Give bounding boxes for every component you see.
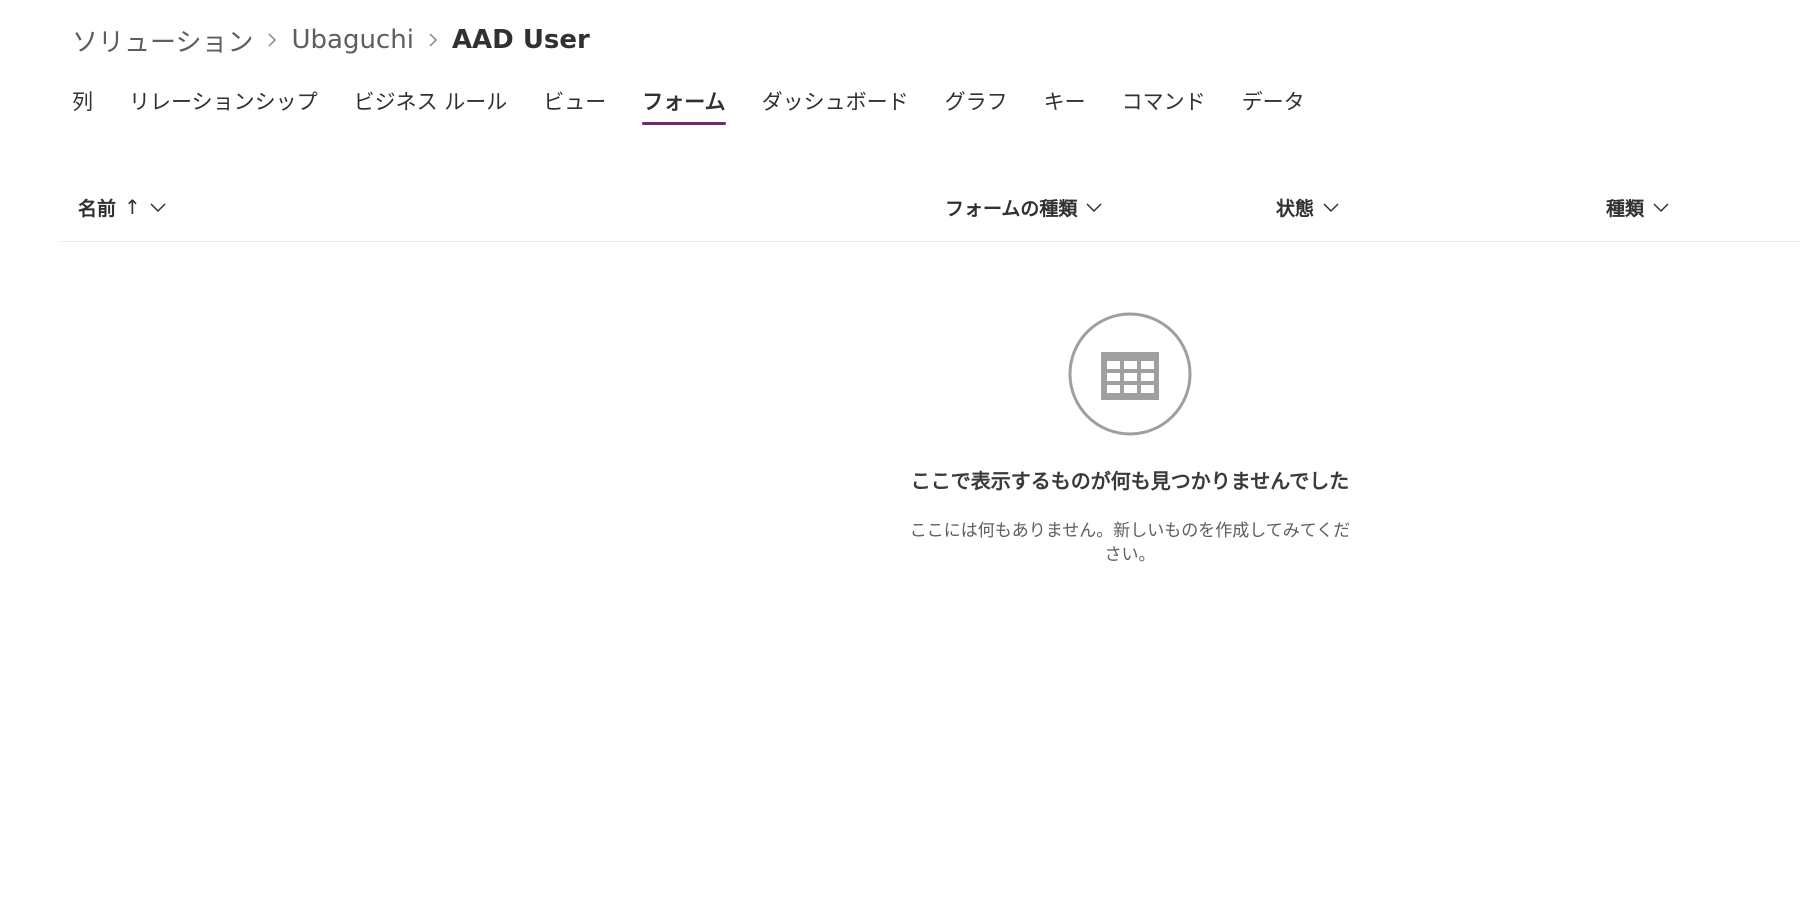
- breadcrumb-current-table: AAD User: [451, 25, 590, 55]
- chevron-down-icon: [141, 196, 167, 218]
- tab-commands[interactable]: コマンド: [1122, 82, 1206, 122]
- sort-ascending-icon: ↑: [124, 195, 141, 219]
- chevron-down-icon: [1644, 196, 1670, 218]
- column-header-label: 状態: [1276, 197, 1315, 220]
- empty-state-message: ここには何もありません。新しいものを作成してみてください。: [909, 521, 1351, 565]
- column-header-name[interactable]: 名前 ↑: [78, 185, 167, 229]
- tab-business-rules[interactable]: ビジネス ルール: [354, 82, 508, 122]
- tab-relationships[interactable]: リレーションシップ: [129, 82, 318, 122]
- column-header-form-type[interactable]: フォームの種類: [945, 185, 1103, 229]
- column-header-label: 名前: [78, 197, 117, 220]
- chevron-right-icon: [414, 18, 452, 62]
- chevron-down-icon: [1077, 196, 1103, 218]
- page: ソリューション Ubaguchi AAD User 列 リレーションシップ ビジ…: [0, 0, 1800, 900]
- tab-forms[interactable]: フォーム: [642, 82, 727, 125]
- tab-bar: 列 リレーションシップ ビジネス ルール ビュー フォーム ダッシュボード グラ…: [72, 82, 1341, 126]
- empty-state: ここで表示するものが何も見つかりませんでした ここには何もありません。新しいもの…: [890, 312, 1370, 567]
- tab-charts[interactable]: グラフ: [945, 82, 1008, 122]
- breadcrumb-solutions[interactable]: ソリューション: [72, 22, 253, 59]
- chevron-down-icon: [1314, 196, 1340, 218]
- column-header-state[interactable]: 状態: [1276, 185, 1340, 229]
- column-header-type[interactable]: 種類: [1606, 185, 1670, 229]
- tab-dashboards[interactable]: ダッシュボード: [762, 82, 909, 122]
- tab-columns[interactable]: 列: [72, 82, 93, 122]
- table-header: 名前 ↑ フォームの種類 状態 種類: [60, 185, 1800, 242]
- breadcrumb-solution-ubaguchi[interactable]: Ubaguchi: [291, 25, 413, 55]
- breadcrumb: ソリューション Ubaguchi AAD User: [72, 18, 590, 62]
- column-header-label: 種類: [1606, 197, 1645, 220]
- chevron-right-icon: [253, 18, 291, 62]
- tab-data[interactable]: データ: [1242, 82, 1305, 122]
- table-grid-icon: [1068, 312, 1192, 436]
- column-header-label: フォームの種類: [945, 197, 1078, 220]
- tab-keys[interactable]: キー: [1044, 82, 1086, 122]
- empty-state-title: ここで表示するものが何も見つかりませんでした: [910, 469, 1350, 493]
- tab-views[interactable]: ビュー: [543, 82, 606, 122]
